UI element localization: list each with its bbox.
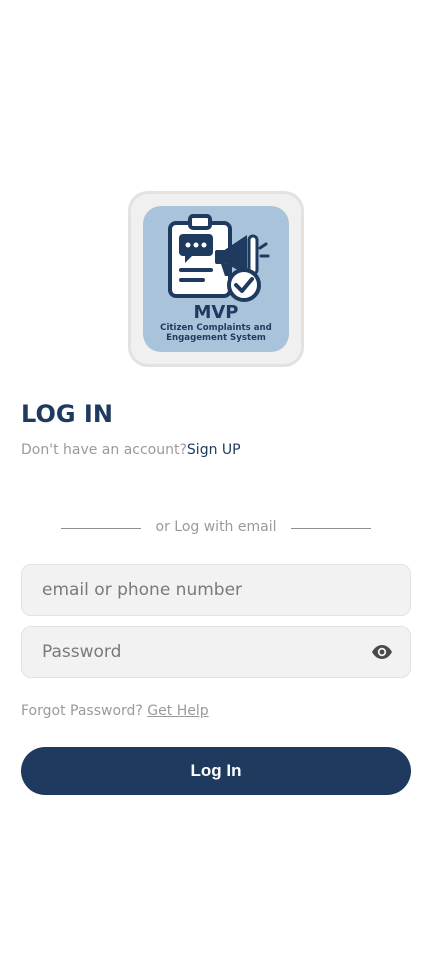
logo-title: MVP xyxy=(193,302,239,323)
password-field[interactable] xyxy=(21,626,411,678)
no-account-text: Don't have an account? xyxy=(21,442,187,458)
app-logo: MVP Citizen Complaints and Engagement Sy… xyxy=(128,191,304,367)
page-title: LOG IN xyxy=(21,400,113,428)
password-input[interactable] xyxy=(42,627,362,677)
forgot-password-text: Forgot Password? xyxy=(21,703,143,719)
logo-badge: MVP Citizen Complaints and Engagement Sy… xyxy=(143,206,289,352)
eye-icon[interactable] xyxy=(371,644,393,660)
email-field[interactable] xyxy=(21,564,411,616)
login-button[interactable]: Log In xyxy=(21,747,411,795)
forgot-password-row: Forgot Password? Get Help xyxy=(21,703,209,719)
logo-subtitle-line2: Engagement System xyxy=(166,333,266,343)
logo-subtitle-line1: Citizen Complaints and xyxy=(160,323,272,333)
get-help-link[interactable]: Get Help xyxy=(147,703,208,719)
signup-link[interactable]: Sign UP xyxy=(187,442,241,458)
email-divider: or Log with email xyxy=(61,518,371,538)
signup-prompt: Don't have an account?Sign UP xyxy=(21,442,241,458)
logo-subtitle: Citizen Complaints and Engagement System xyxy=(143,323,289,343)
email-input[interactable] xyxy=(42,565,362,615)
divider-line-right xyxy=(291,528,371,529)
divider-text: or Log with email xyxy=(155,519,277,535)
